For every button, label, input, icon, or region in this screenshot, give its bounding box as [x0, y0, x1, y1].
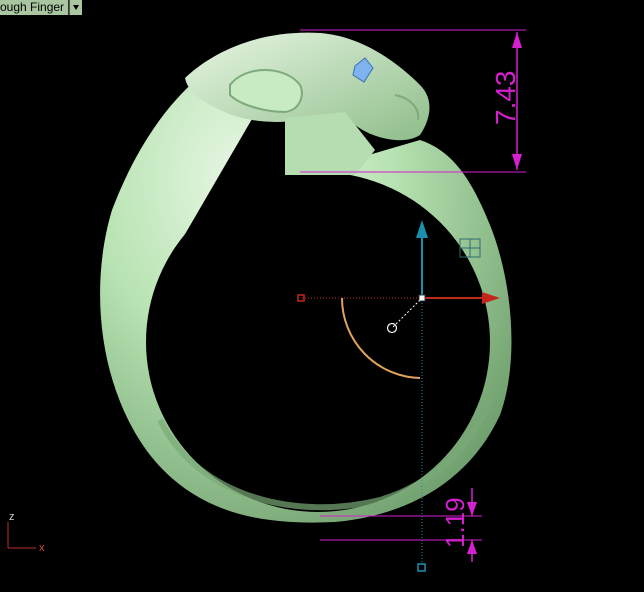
- axis-z-label: z: [9, 511, 15, 523]
- dimension-top-label[interactable]: 7.43: [490, 71, 521, 126]
- ring-model[interactable]: [100, 32, 512, 523]
- ring-inner-opening: [146, 172, 490, 512]
- viewport-canvas[interactable]: 7.43 1.19 z x: [0, 0, 644, 587]
- object-name-tag[interactable]: ough Finger: [0, 0, 83, 15]
- dimension-bottom-label[interactable]: 1.19: [440, 497, 470, 548]
- axis-x-label: x: [39, 542, 45, 554]
- gumball-z-scale-handle[interactable]: [417, 563, 426, 572]
- dropdown-arrow-icon: [73, 5, 80, 10]
- object-dropdown-button[interactable]: [69, 0, 83, 15]
- axis-triad: z x: [7, 511, 45, 554]
- 3d-viewport[interactable]: 7.43 1.19 z x ough Finger: [0, 0, 644, 587]
- object-name-label: ough Finger: [0, 0, 70, 15]
